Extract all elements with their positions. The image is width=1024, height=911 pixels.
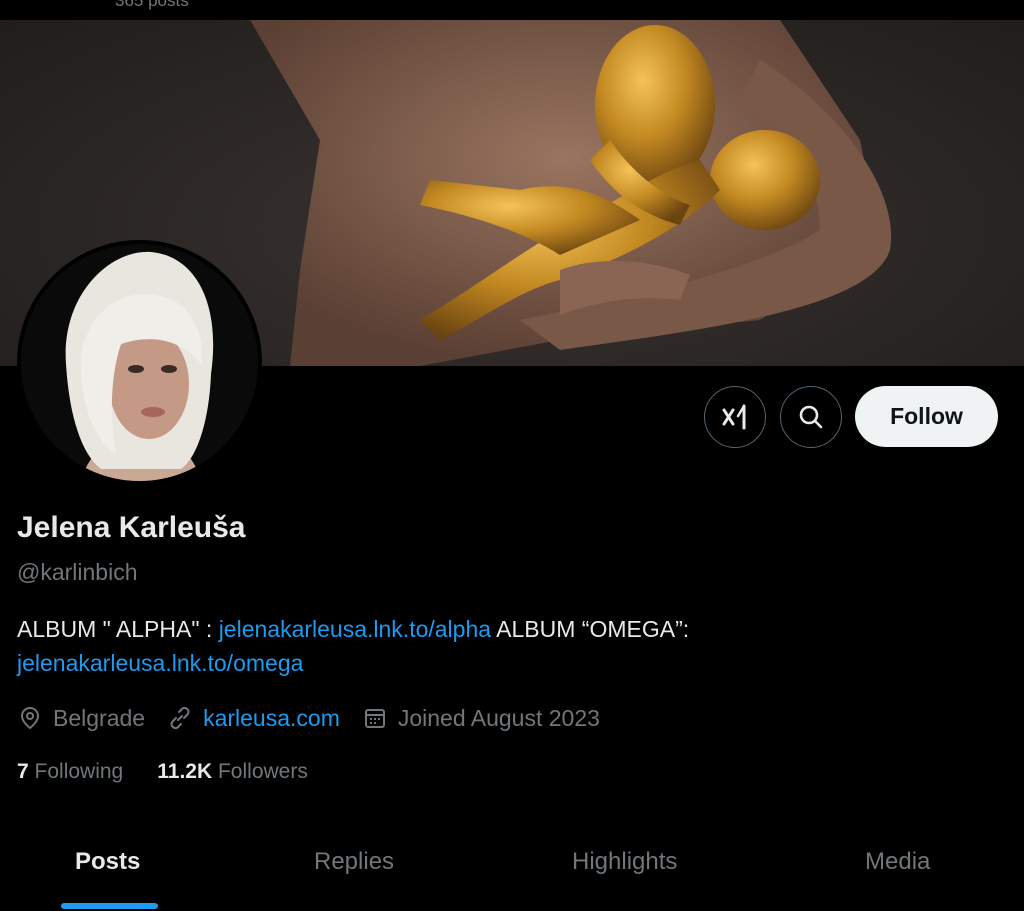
tab-label: Posts [75, 848, 141, 875]
avatar-image [21, 244, 258, 481]
top-bar: 365 posts [0, 0, 1024, 20]
following-label: Following [34, 760, 124, 783]
tab-replies[interactable]: Replies [220, 820, 495, 911]
tab-label: Replies [314, 848, 395, 875]
profile-meta: Belgrade karleusa.com Joined August 2023 [17, 700, 622, 736]
profile-bio: ALBUM " ALPHA" : jelenakarleusa.lnk.to/a… [17, 612, 997, 680]
display-name: Jelena Karleuša [17, 511, 246, 544]
tab-label: Media [865, 848, 931, 875]
active-tab-indicator [61, 903, 158, 909]
tab-posts[interactable]: Posts [0, 820, 220, 911]
grok-button[interactable] [704, 386, 766, 448]
followers-label: Followers [217, 760, 308, 783]
following-number: 7 [17, 760, 29, 783]
bio-text: ALBUM “OMEGA”: [491, 616, 690, 642]
location: Belgrade [17, 705, 145, 732]
follow-button[interactable]: Follow [855, 386, 998, 447]
location-text: Belgrade [53, 704, 146, 731]
bio-text: ALBUM " ALPHA" : [17, 616, 219, 642]
followers-number: 11.2K [157, 760, 213, 783]
tab-media[interactable]: Media [775, 820, 1024, 911]
post-count: 365 posts [115, 0, 189, 10]
website: karleusa.com [167, 705, 340, 732]
location-pin-icon [20, 706, 40, 730]
profile-tabs: Posts Replies Highlights Media [0, 820, 1024, 911]
link-icon [170, 706, 190, 730]
following-count[interactable]: 7 Following [17, 760, 123, 784]
tab-highlights[interactable]: Highlights [495, 820, 775, 911]
join-date: Joined August 2023 [362, 705, 600, 732]
bio-link-omega[interactable]: jelenakarleusa.lnk.to/omega [17, 650, 303, 676]
grok-icon [722, 404, 746, 430]
search-button[interactable] [780, 386, 842, 448]
join-date-text: Joined August 2023 [397, 704, 600, 731]
search-icon [799, 405, 823, 429]
user-handle: @karlinbich [17, 559, 138, 585]
tab-label: Highlights [572, 848, 678, 875]
followers-count[interactable]: 11.2K Followers [157, 760, 308, 784]
follow-stats: 7 Following 11.2K Followers [17, 760, 342, 784]
website-link[interactable]: karleusa.com [203, 705, 340, 732]
bio-link-alpha[interactable]: jelenakarleusa.lnk.to/alpha [219, 616, 491, 642]
profile-avatar[interactable] [17, 240, 262, 485]
calendar-icon [364, 709, 385, 728]
